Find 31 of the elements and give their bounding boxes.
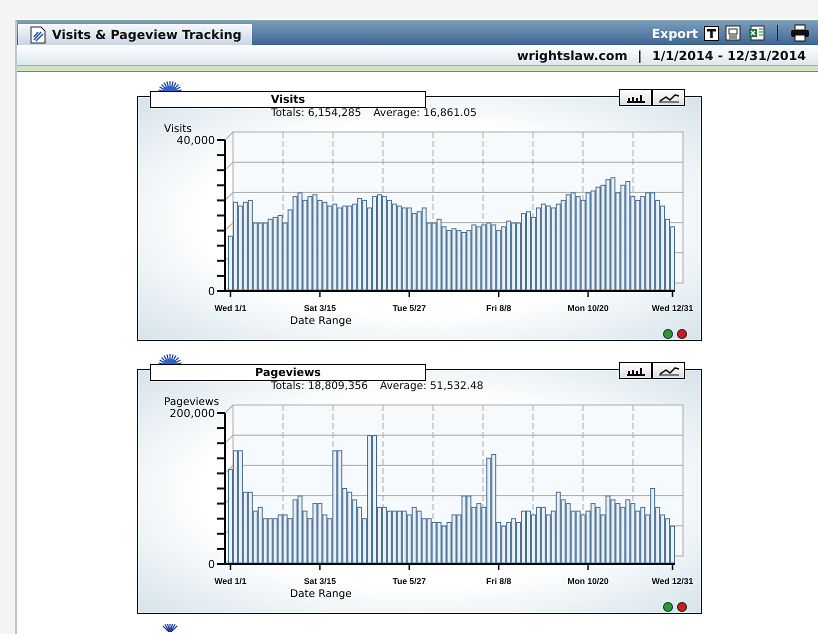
chart-title: Visits xyxy=(150,91,426,108)
x-tick-label: Wed 1/1 xyxy=(214,303,246,313)
y-axis-label: Visits xyxy=(163,123,193,135)
y-tick-label: 0 xyxy=(208,558,215,571)
x-tick-label: Wed 12/31 xyxy=(652,303,694,313)
site-name: wrightslaw.com xyxy=(517,48,628,62)
x-tick-label: Fri 8/8 xyxy=(486,303,512,313)
average-text: Average: 16,861.05 xyxy=(373,107,477,121)
y-tick-label: 200,000 xyxy=(170,407,215,420)
x-tick-label: Fri 8/8 xyxy=(486,576,512,586)
export-label: Export xyxy=(652,26,698,40)
x-tick-label: Mon 10/20 xyxy=(568,303,609,313)
x-axis-label: Date Range xyxy=(290,315,352,327)
y-tick-label: 40,000 xyxy=(176,134,215,147)
x-tick-label: Tue 5/27 xyxy=(392,303,426,313)
x-tick-label: Sat 3/15 xyxy=(304,576,336,586)
report-tab[interactable]: Visits & Pageview Tracking xyxy=(18,24,252,45)
average-text: Average: 51,532.48 xyxy=(380,380,484,394)
x-tick-label: Sat 3/15 xyxy=(304,303,336,313)
chart-title: Pageviews xyxy=(150,364,426,381)
x-tick-label: Tue 5/27 xyxy=(392,576,426,586)
x-tick-label: Wed 1/1 xyxy=(214,576,246,586)
x-tick-label: Mon 10/20 xyxy=(568,576,609,586)
y-axis-label: Pageviews xyxy=(163,396,220,408)
separator-text: | xyxy=(638,48,642,62)
x-tick-label: Wed 12/31 xyxy=(652,576,694,586)
date-range: 1/1/2014 - 12/31/2014 xyxy=(652,48,806,62)
y-tick-label: 0 xyxy=(208,285,215,298)
x-axis-label: Date Range xyxy=(290,588,352,600)
totals-text: Totals: 18,809,356 xyxy=(271,380,368,394)
totals-text: Totals: 6,154,285 xyxy=(271,107,362,121)
